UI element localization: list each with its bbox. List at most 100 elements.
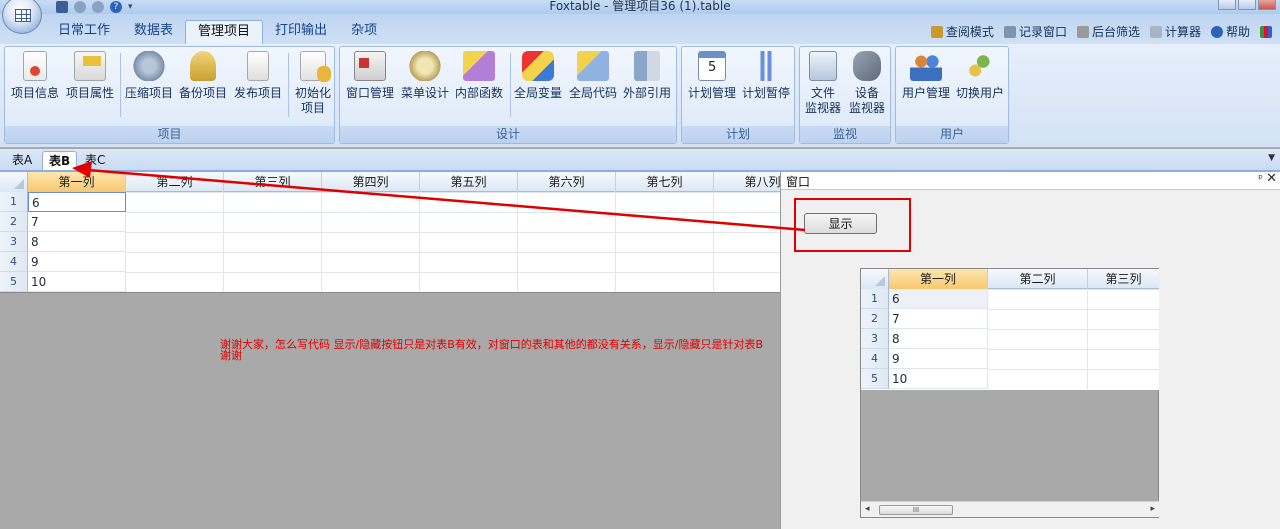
group-plan-title: 计划 (682, 126, 794, 143)
init-icon (300, 51, 331, 82)
column-header[interactable]: 第五列 (420, 172, 518, 192)
column-header[interactable]: 第二列 (126, 172, 224, 192)
horizontal-scrollbar[interactable]: ◂ III ▸ (861, 501, 1159, 517)
empty-cells[interactable] (988, 289, 1159, 389)
plan-pause-button[interactable]: 计划暂停 (738, 51, 794, 101)
menu-design-button[interactable]: 菜单设计 (397, 51, 453, 101)
external-reference-button[interactable]: 外部引用 (619, 51, 675, 101)
row-header[interactable]: 1 (861, 289, 889, 309)
internal-function-button[interactable]: 内部函数 (451, 51, 507, 101)
background-filter-link[interactable]: 后台筛选 (1076, 23, 1140, 40)
annotation-note: 谢谢大家，怎么写代码 显示/隐藏按钮只是对表B有效，对窗口的表和其他的都没有关系… (220, 339, 820, 361)
table-cell[interactable]: 8 (28, 232, 126, 252)
select-all-corner[interactable] (0, 172, 28, 192)
annotation-line: 谢谢大家，怎么写代码 显示/隐藏按钮只是对表B有效，对窗口的表和其他的都没有关系… (220, 338, 763, 351)
select-all-corner[interactable] (861, 269, 889, 289)
table-cell[interactable]: 7 (28, 212, 126, 232)
column-header[interactable]: 第二列 (988, 269, 1088, 289)
record-window-link[interactable]: 记录窗口 (1003, 23, 1067, 40)
row-header[interactable]: 2 (861, 309, 889, 329)
switch-user-button[interactable]: 切换用户 (952, 51, 1008, 101)
global-variable-button[interactable]: 全局变量 (510, 51, 566, 101)
row-header[interactable]: 5 (0, 272, 28, 292)
help-link[interactable]: 帮助 (1210, 23, 1250, 40)
main-table[interactable]: 第一列 第二列 第三列 第四列 第五列 第六列 第七列 第八列 1 2 3 4 … (0, 172, 812, 293)
user-manage-button[interactable]: 用户管理 (898, 51, 954, 101)
users-icon (910, 51, 942, 81)
row-header[interactable]: 1 (0, 192, 28, 212)
window-table-header: 第一列 第二列 第三列 (861, 269, 1159, 289)
plan-manage-button[interactable]: 5 计划管理 (684, 51, 740, 101)
row-header[interactable]: 4 (0, 252, 28, 272)
window-table[interactable]: 第一列 第二列 第三列 1 2 3 4 5 6 7 8 9 10 ◂ III ▸ (860, 268, 1159, 518)
table-cell[interactable]: 9 (889, 349, 988, 369)
project-info-button[interactable]: 项目信息 (7, 51, 63, 101)
save-icon[interactable] (56, 0, 68, 13)
device-monitor-button[interactable]: 设备 监视器 (844, 51, 890, 116)
row-header[interactable]: 2 (0, 212, 28, 232)
pin-icon[interactable]: ᵖ (1258, 172, 1263, 185)
tab-data-table[interactable]: 数据表 (122, 20, 185, 44)
window-manage-button[interactable]: 窗口管理 (342, 51, 398, 101)
tab-misc[interactable]: 杂项 (339, 20, 389, 44)
undo-icon[interactable] (74, 0, 86, 13)
row-header[interactable]: 3 (0, 232, 28, 252)
table-cell[interactable]: 7 (889, 309, 988, 329)
scroll-right-icon[interactable]: ▸ (1150, 504, 1155, 514)
maximize-button[interactable] (1238, 0, 1256, 10)
certificate-icon (23, 51, 47, 81)
column-header[interactable]: 第一列 (28, 172, 126, 192)
tab-manage-project[interactable]: 管理项目 (185, 20, 264, 44)
global-code-button[interactable]: 全局代码 (565, 51, 621, 101)
group-user-title: 用户 (896, 126, 1008, 143)
redo-icon[interactable] (92, 0, 104, 13)
reference-icon (634, 51, 660, 81)
close-icon[interactable]: ✕ (1266, 171, 1277, 186)
group-project-title: 项目 (5, 126, 334, 143)
table-cell[interactable]: 8 (889, 329, 988, 349)
row-header[interactable]: 4 (861, 349, 889, 369)
lock-icon (930, 25, 943, 38)
column-header[interactable]: 第七列 (616, 172, 714, 192)
compress-project-button[interactable]: 压缩项目 (121, 51, 177, 101)
tab-daily-work[interactable]: 日常工作 (46, 20, 122, 44)
table-cell[interactable]: 6 (889, 289, 988, 309)
column-header[interactable]: 第三列 (1088, 269, 1159, 289)
file-monitor-button[interactable]: 文件 监视器 (800, 51, 846, 116)
sheet-tab-b[interactable]: 表B (42, 151, 78, 170)
sheet-tab-c[interactable]: 表C (79, 151, 111, 170)
column-header[interactable]: 第六列 (518, 172, 616, 192)
column-header[interactable]: 第一列 (889, 269, 988, 289)
row-header[interactable]: 5 (861, 369, 889, 389)
table-cell[interactable]: 10 (28, 272, 126, 292)
tab-print-output[interactable]: 打印输出 (263, 20, 339, 44)
minimize-button[interactable] (1218, 0, 1236, 10)
file-monitor-icon (809, 51, 837, 81)
init-project-button[interactable]: 初始化 项目 (285, 51, 341, 116)
chevron-down-icon[interactable]: ▾ (128, 1, 136, 13)
help-icon[interactable]: ? (110, 0, 122, 13)
empty-cells[interactable] (126, 192, 780, 292)
row-header[interactable]: 3 (861, 329, 889, 349)
annotation-highlight-box (794, 198, 911, 252)
window-icon (1003, 25, 1016, 38)
table-cell[interactable]: 10 (889, 369, 988, 389)
column-header[interactable]: 第四列 (322, 172, 420, 192)
column-header[interactable]: 第三列 (224, 172, 322, 192)
calculator-link[interactable]: 计算器 (1149, 23, 1201, 40)
calendar-icon: 5 (698, 51, 726, 81)
menu-design-icon (409, 51, 441, 81)
theme-link[interactable] (1260, 23, 1272, 40)
sheet-tab-a[interactable]: 表A (6, 151, 38, 170)
close-window-button[interactable] (1258, 0, 1276, 10)
read-mode-link[interactable]: 查阅模式 (930, 23, 994, 40)
chevron-down-icon[interactable]: ▼ (1268, 153, 1275, 163)
backup-project-button[interactable]: 备份项目 (175, 51, 231, 101)
table-cell[interactable]: 9 (28, 252, 126, 272)
scrollbar-thumb[interactable]: III (879, 505, 953, 515)
project-properties-button[interactable]: 项目属性 (62, 51, 118, 101)
publish-project-button[interactable]: 发布项目 (230, 51, 286, 101)
scroll-left-icon[interactable]: ◂ (865, 504, 870, 514)
window-table-body[interactable]: 1 2 3 4 5 6 7 8 9 10 (861, 289, 1159, 390)
table-cell[interactable]: 6 (28, 192, 126, 212)
